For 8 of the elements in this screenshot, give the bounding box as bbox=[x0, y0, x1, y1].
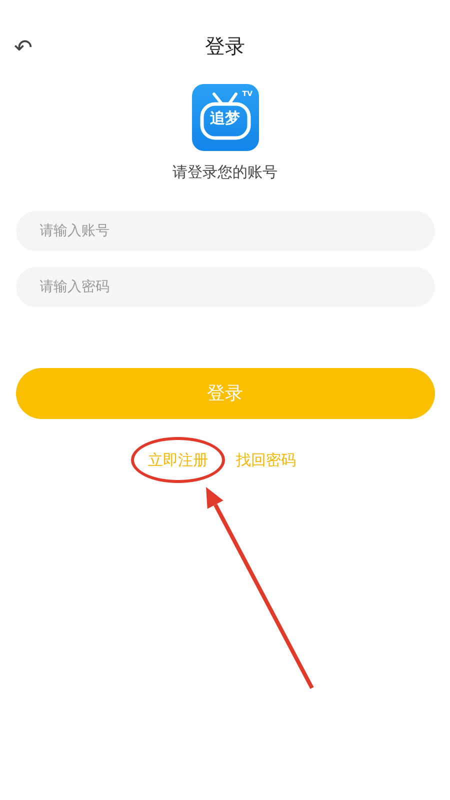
text-link[interactable]: 找回密码 bbox=[236, 448, 296, 471]
subtitle: 请登录您的账号 bbox=[172, 162, 278, 183]
login-button[interactable]: 登录 bbox=[16, 368, 434, 418]
back-button[interactable]: ↶ bbox=[14, 38, 32, 60]
page-title: 登录 bbox=[205, 34, 245, 58]
input-field[interactable]: 请输入密码 bbox=[16, 266, 434, 306]
text-link[interactable]: 立即注册 bbox=[131, 436, 225, 483]
input-field[interactable]: 请输入账号 bbox=[16, 210, 434, 250]
